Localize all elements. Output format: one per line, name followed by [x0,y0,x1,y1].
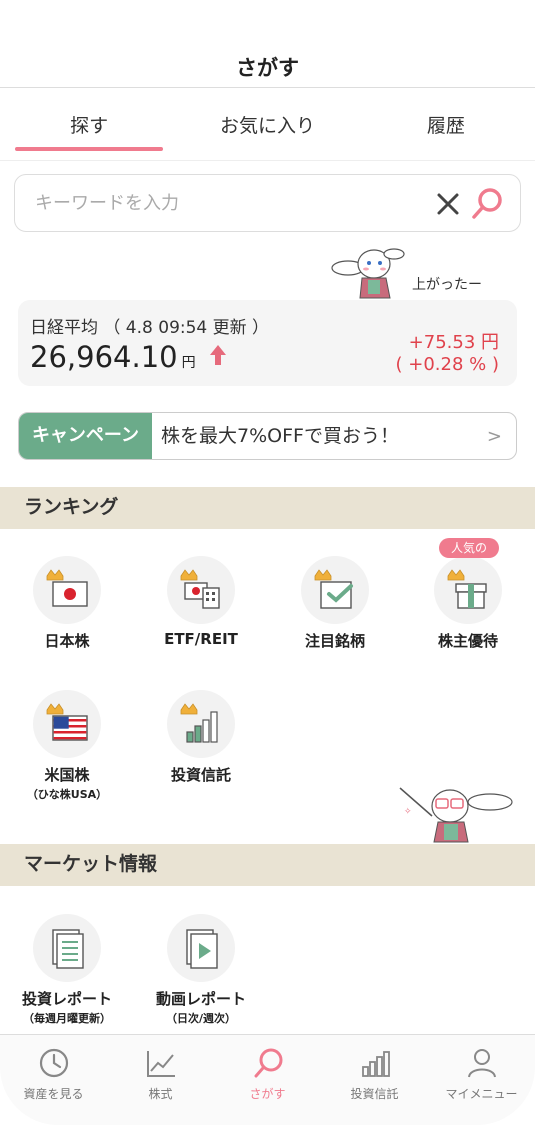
ranking-shareholder-benefits[interactable]: 株主優待 [408,556,528,656]
search-input[interactable]: キーワードを入力 [14,174,521,232]
section-title: ランキング [24,496,119,518]
chevron-right-icon: > [486,426,502,447]
line-chart-icon [146,1051,175,1077]
nikkei-unit: 円 [181,355,196,371]
tab-bar: 探す お気に入り 履歴 [0,95,535,153]
nav-label: 株式 [148,1087,173,1101]
bottom-navigation: 資産を見る 株式 さがす 投資信託 マイメニュー [0,1034,535,1125]
user-icon [467,1049,496,1078]
nav-assets[interactable]: 資産を見る [0,1035,107,1125]
ranking-section-header: ランキング [0,487,535,529]
ranking-featured-stocks[interactable]: 注目銘柄 [275,556,395,656]
header-divider [0,87,535,88]
video-report-icon [186,929,218,969]
close-icon[interactable] [434,190,462,218]
nikkei-percent: ( +0.28 % ) [395,354,499,375]
mascot-illustration [331,248,405,299]
bar-chart-icon [180,703,218,743]
campaign-text: 株を最大7%OFFで買おう！ [161,425,399,447]
mascot-bubble-text: 上がったー [412,277,482,293]
report-document-icon [52,929,84,969]
market-label: 動画レポート [155,990,246,1008]
market-investment-report[interactable]: 投資レポート （毎週月曜更新） [7,914,127,1032]
header: さがす [0,40,535,88]
nikkei-change: +75.53 円 [408,332,499,353]
nikkei-label: 日経平均 （ 4.8 09:54 更新 ） [30,318,270,338]
ranking-label: ETF/REIT [164,630,238,648]
nikkei-card[interactable]: 日経平均 （ 4.8 09:54 更新 ） 26,964.10 円 +75.53 … [18,300,517,386]
japan-flag-icon [46,569,88,607]
bar-chart-icon [361,1051,390,1077]
pie-clock-icon [39,1048,68,1078]
ranking-sublabel: （ひな株USA） [26,788,108,801]
nav-stocks[interactable]: 株式 [107,1035,214,1125]
nikkei-price: 26,964.10 [30,340,178,374]
market-section-header: マーケット情報 [0,844,535,886]
nav-label: さがす [249,1087,286,1101]
ranking-label: 投資信託 [170,766,231,784]
ranking-us-stocks[interactable]: 米国株 （ひな株USA） [7,690,127,808]
nikkei-value: 26,964.10 円 [30,340,196,374]
tab-search[interactable]: 探す [0,95,178,153]
app-screen: さがす 探す お気に入り 履歴 キーワードを入力 上がったー 日経平均 （ 4.… [0,0,535,1125]
active-tab-indicator [15,147,164,151]
arrow-up-icon [210,345,226,365]
nav-funds[interactable]: 投資信託 [321,1035,428,1125]
search-icon [254,1048,282,1078]
ranking-mutual-funds[interactable]: 投資信託 [141,690,261,790]
market-video-report[interactable]: 動画レポート （日次/週次） [141,914,261,1032]
nav-search[interactable]: さがす [214,1035,321,1125]
us-flag-icon [46,703,88,741]
ranking-label: 米国株 [44,766,90,784]
market-label: 投資レポート [21,990,112,1008]
nav-label: 資産を見る [23,1087,84,1101]
market-sublabel: （日次/週次） [165,1012,237,1025]
search-icon[interactable] [470,187,504,221]
etf-reit-icon [180,569,220,609]
ranking-label: 注目銘柄 [304,632,365,650]
campaign-banner[interactable]: キャンペーン 株を最大7%OFFで買おう！ > [18,412,517,460]
mascot-illustration: ✧ [399,787,513,843]
tab-history[interactable]: 履歴 [357,95,535,153]
ranking-japan-stocks[interactable]: 日本株 [7,556,127,656]
tab-favorites[interactable]: お気に入り [178,95,356,153]
market-sublabel: （毎週月曜更新） [23,1012,111,1025]
nav-label: 投資信託 [350,1087,399,1101]
nav-my-menu[interactable]: マイメニュー [428,1035,535,1125]
tabs-divider [0,160,535,161]
nav-label: マイメニュー [445,1087,518,1101]
section-title: マーケット情報 [24,853,158,875]
tab-label: お気に入り [219,115,315,137]
tab-label: 探す [70,115,109,137]
watchlist-check-icon [314,569,353,609]
popular-badge: 人気の [439,538,499,558]
search-placeholder: キーワードを入力 [35,193,179,214]
ranking-etf-reit[interactable]: ETF/REIT [141,556,261,656]
tab-label: 履歴 [426,115,465,137]
ranking-label: 株主優待 [437,632,498,650]
svg-text:✧: ✧ [404,807,412,817]
gift-box-icon [447,569,487,609]
campaign-tag: キャンペーン [19,413,152,459]
ranking-label: 日本株 [44,632,90,650]
